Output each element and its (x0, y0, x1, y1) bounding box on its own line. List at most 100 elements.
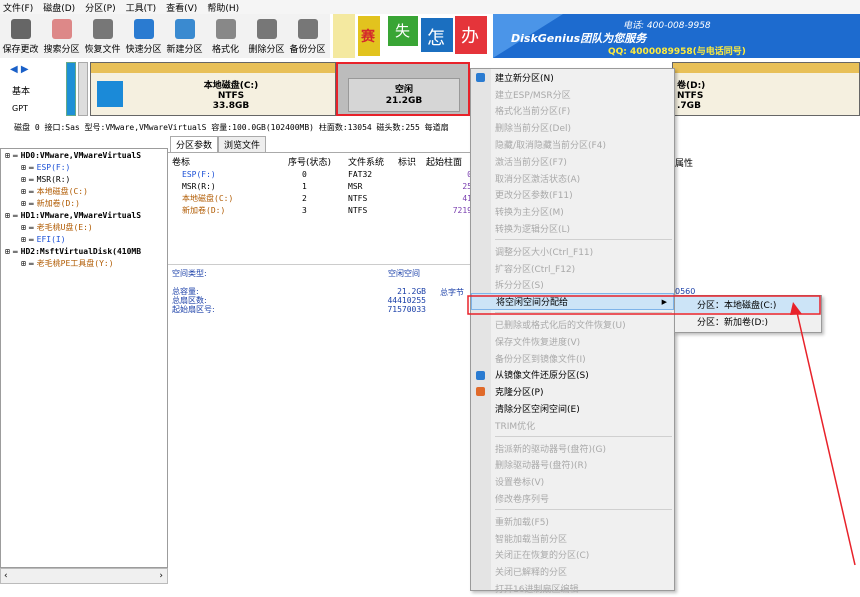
tree-node[interactable]: ⊞ ▬ 老毛桃U盘(E:) (1, 221, 167, 233)
context-menu-item[interactable]: 删除驱动器号(盘符)(R) (471, 457, 674, 474)
partition-d-size: .7GB (677, 101, 701, 111)
menu-item[interactable]: 分区(P) (85, 1, 115, 14)
context-menu-item[interactable]: 建立ESP/MSR分区 (471, 86, 674, 103)
context-menu-item[interactable]: 关闭正在恢复的分区(C) (471, 547, 674, 564)
context-menu-item[interactable]: 建立新分区(N) (471, 69, 674, 86)
disk-type-label: 基本 (12, 87, 31, 97)
expand-icon[interactable]: ⊞ (21, 163, 26, 172)
context-menu-item[interactable]: 清除分区空闲空间(E) (471, 400, 674, 417)
column-header[interactable]: 序号(状态) (288, 155, 348, 168)
tree-node[interactable]: ⊞ ▬ 新加卷(D:) (1, 197, 167, 209)
tree-node[interactable]: ⊞ ▬ MSR(R:) (1, 173, 167, 185)
table-row[interactable]: ESP(F:) 0 FAT32 0 (172, 168, 472, 180)
submenu-item[interactable]: 分区：新加卷(D:) (675, 313, 821, 330)
column-header[interactable]: 标识 (398, 155, 426, 168)
context-menu-item[interactable]: 修改卷序列号 (471, 490, 674, 507)
partition-msr-block[interactable] (78, 62, 88, 116)
partition-free-block[interactable]: 空闲 21.2GB (336, 62, 470, 116)
toolbar-button[interactable]: 保存更改 (0, 14, 41, 58)
partition-d-block[interactable]: 卷(D:) NTFS .7GB (672, 62, 860, 116)
scroll-right-icon[interactable]: › (159, 571, 163, 581)
toolbar-button[interactable]: 恢复文件 (82, 14, 123, 58)
context-menu-label: 拆分分区(S) (495, 281, 544, 292)
expand-icon[interactable]: ⊞ (21, 259, 26, 268)
nav-arrows-icon[interactable]: ◀ ▶ (10, 64, 29, 75)
column-header[interactable]: 起始柱面 (426, 155, 472, 168)
partition-esp-block[interactable] (66, 62, 76, 116)
context-menu-item[interactable]: 将空闲空间分配给 ▶ (471, 293, 674, 311)
tab-partition-params[interactable]: 分区参数 (170, 136, 219, 152)
toolbar-button[interactable]: 备份分区 (287, 14, 328, 58)
partition-c-block[interactable]: 本地磁盘(C:) NTFS 33.8GB (90, 62, 336, 116)
submenu-item[interactable]: 分区：本地磁盘(C:) (675, 296, 821, 313)
context-menu-item[interactable]: 删除当前分区(Del) (471, 119, 674, 136)
tree-scrollbar[interactable]: ‹ › (0, 568, 168, 584)
menu-item[interactable]: 磁盘(D) (43, 1, 75, 14)
context-menu-label: 修改卷序列号 (495, 495, 550, 506)
menu-item[interactable]: 工具(T) (126, 1, 157, 14)
expand-icon[interactable]: ⊞ (21, 187, 26, 196)
toolbar-button[interactable]: 删除分区 (246, 14, 287, 58)
context-menu-item[interactable]: 调整分区大小(Ctrl_F11) (471, 243, 674, 260)
tree-node-label: HD1:VMware,VMwareVirtualS (20, 210, 142, 220)
context-menu-item[interactable]: 更改分区参数(F11) (471, 187, 674, 204)
context-menu-item[interactable]: 转换为主分区(M) (471, 203, 674, 220)
toolbar-button[interactable]: 新建分区 (164, 14, 205, 58)
tree-node[interactable]: ⊞ ▬ HD0:VMware,VMwareVirtualS (1, 149, 167, 161)
toolbar-button[interactable]: 格式化 (205, 14, 246, 58)
context-menu-item[interactable]: 转换为逻辑分区(L) (471, 220, 674, 237)
tree-node[interactable]: ⊞ ▬ HD2:MsftVirtualDisk(410MB (1, 245, 167, 257)
disk-tree[interactable]: ⊞ ▬ HD0:VMware,VMwareVirtualS ⊞ ▬ ESP(F:) ⊞ ▬ MS… (0, 148, 168, 568)
tree-node[interactable]: ⊞ ▬ HD1:VMware,VMwareVirtualS (1, 209, 167, 221)
context-menu-item[interactable]: 激活当前分区(F7) (471, 153, 674, 170)
context-menu-item[interactable]: 从镜像文件还原分区(S) (471, 367, 674, 384)
column-header[interactable]: 文件系统 (348, 155, 398, 168)
table-cell: 0 (302, 169, 307, 179)
context-menu-item[interactable]: 重新加载(F5) (471, 513, 674, 530)
context-menu-item[interactable]: 扩容分区(Ctrl_F12) (471, 260, 674, 277)
tree-node[interactable]: ⊞ ▬ 老毛桃PE工具盘(Y:) (1, 257, 167, 269)
column-header[interactable]: 卷标 (172, 155, 288, 168)
context-menu-item[interactable]: 打开16进制扇区编辑 (471, 580, 674, 597)
table-row[interactable]: MSR(R:) 1 MSR 25 (172, 180, 472, 192)
expand-icon[interactable]: ⊞ (5, 151, 10, 160)
tab-browse-files[interactable]: 浏览文件 (218, 136, 267, 152)
context-menu-item[interactable]: 智能加载当前分区 (471, 530, 674, 547)
expand-icon[interactable]: ⊞ (21, 235, 26, 244)
context-menu-item[interactable]: 设置卷标(V) (471, 473, 674, 490)
expand-icon[interactable]: ⊞ (5, 211, 10, 220)
tree-node[interactable]: ⊞ ▬ EFI(I) (1, 233, 167, 245)
menu-item[interactable]: 查看(V) (166, 1, 197, 14)
ad-banner[interactable]: 赛 失 怎 办 DiskGenius团队为您服务 电话: 400-008-995… (333, 14, 860, 58)
expand-icon[interactable]: ⊞ (5, 247, 10, 256)
context-menu-item[interactable]: 克隆分区(P) (471, 383, 674, 400)
tree-node-label: 新加卷(D:) (36, 198, 80, 208)
context-menu-item[interactable]: 格式化当前分区(F) (471, 103, 674, 120)
menu-item[interactable]: 文件(F) (3, 1, 33, 14)
context-menu-item[interactable]: TRIM优化 (471, 417, 674, 434)
table-row[interactable]: 新加卷(D:) 3 NTFS 7219 (172, 204, 472, 216)
toolbar-button[interactable]: 搜索分区 (41, 14, 82, 58)
toolbar-button-label: 快速分区 (125, 45, 162, 55)
menu-item[interactable]: 帮助(H) (207, 1, 239, 14)
context-menu-item[interactable]: 指派新的驱动器号(盘符)(G) (471, 440, 674, 457)
tree-node[interactable]: ⊞ ▬ ESP(F:) (1, 161, 167, 173)
expand-icon[interactable]: ⊞ (21, 223, 26, 232)
context-menu-item[interactable]: 保存文件恢复进度(V) (471, 333, 674, 350)
disk-icon: ▬ (12, 210, 18, 220)
context-menu-item[interactable]: 备份分区到镜像文件(I) (471, 350, 674, 367)
table-row[interactable]: 本地磁盘(C:) 2 NTFS 41 (172, 192, 472, 204)
context-menu-item[interactable]: 隐藏/取消隐藏当前分区(F4) (471, 136, 674, 153)
context-menu-item[interactable]: 已删除或格式化后的文件恢复(U) (471, 316, 674, 333)
total-sectors-value: 44410255 (387, 296, 426, 305)
scroll-left-icon[interactable]: ‹ (4, 571, 8, 581)
menu-bar: 文件(F) 磁盘(D) 分区(P) 工具(T) 查看(V) 帮助(H) (0, 0, 860, 14)
toolbar-button[interactable]: 快速分区 (123, 14, 164, 58)
context-menu-item[interactable]: 拆分分区(S) (471, 277, 674, 294)
expand-icon[interactable]: ⊞ (21, 199, 26, 208)
context-menu-label: 建立ESP/MSR分区 (495, 90, 571, 101)
tree-node[interactable]: ⊞ ▬ 本地磁盘(C:) (1, 185, 167, 197)
context-menu-item[interactable]: 取消分区激活状态(A) (471, 170, 674, 187)
context-menu-item[interactable]: 关闭已解释的分区 (471, 563, 674, 580)
expand-icon[interactable]: ⊞ (21, 175, 26, 184)
